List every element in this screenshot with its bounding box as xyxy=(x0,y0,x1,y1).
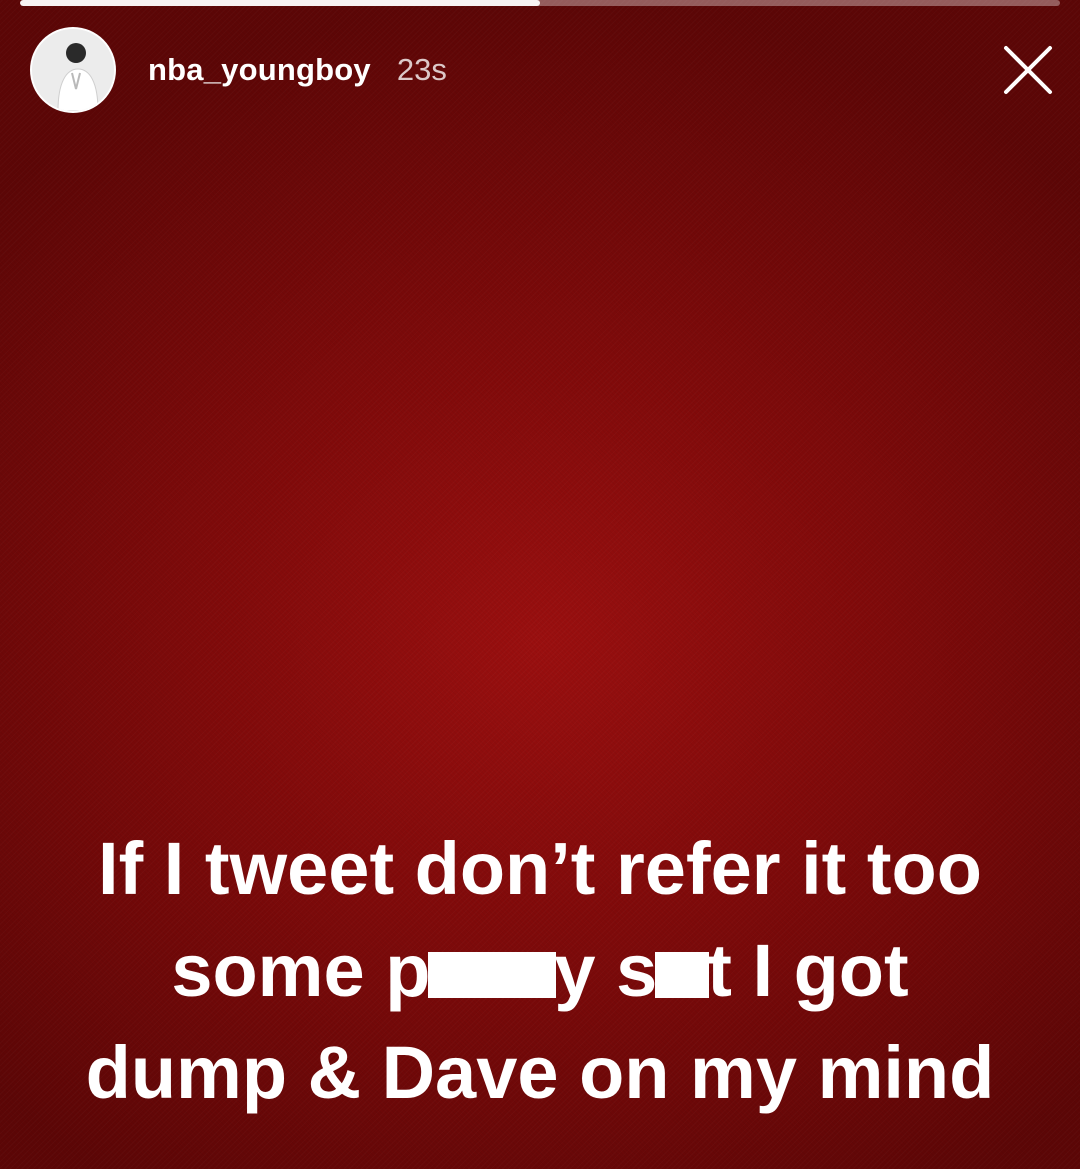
redaction-block xyxy=(655,952,710,998)
story-header: nba_youngboy 23s xyxy=(30,27,447,113)
avatar[interactable] xyxy=(30,27,116,113)
story-progress-bar xyxy=(20,0,1060,6)
caption-text: some p xyxy=(171,929,431,1012)
close-icon xyxy=(1004,46,1052,94)
post-time: 23s xyxy=(396,52,447,87)
story-caption: If I tweet don’t refer it too some p y s t… xyxy=(20,818,1060,1124)
caption-text: t I got xyxy=(707,929,909,1012)
caption-line-3: dump & Dave on my mind xyxy=(85,1031,995,1114)
user-avatar-icon xyxy=(32,29,114,111)
caption-line-1: If I tweet don’t refer it too xyxy=(98,827,982,910)
caption-line-2: some p y s t I got xyxy=(20,920,1060,1022)
redaction-block xyxy=(428,952,557,998)
caption-text: y s xyxy=(554,929,658,1012)
story-viewer[interactable]: nba_youngboy 23s If I tweet don’t refer … xyxy=(0,0,1080,1169)
close-button[interactable] xyxy=(998,40,1058,100)
story-progress-fill xyxy=(20,0,540,6)
username[interactable]: nba_youngboy xyxy=(148,52,371,88)
